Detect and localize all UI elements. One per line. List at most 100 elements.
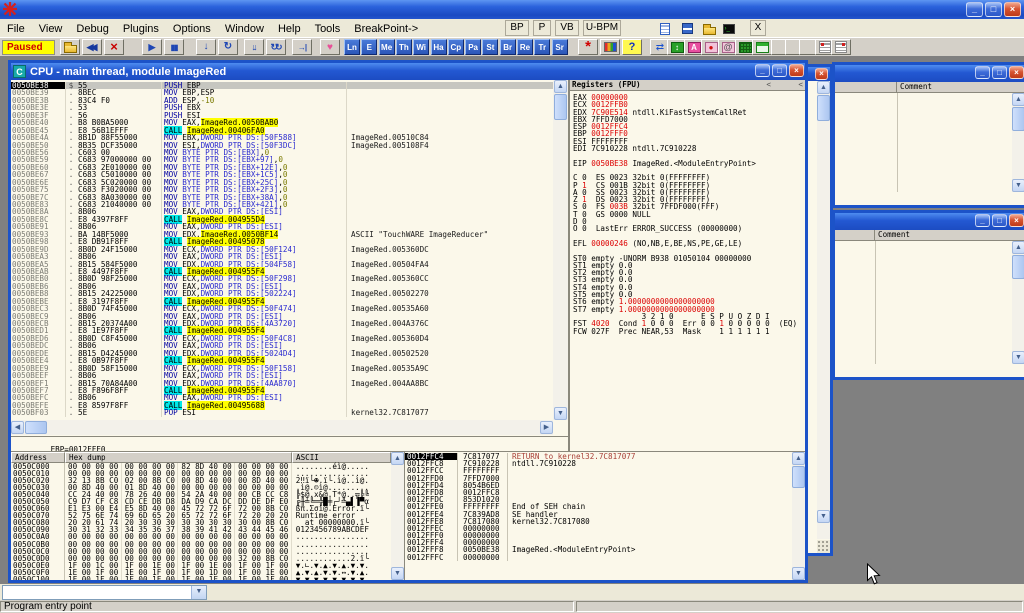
scrollbar-thumb[interactable] (554, 94, 567, 120)
menu-button-p[interactable]: P (533, 20, 551, 36)
disassembly-pane[interactable]: 0050BE38$55PUSH EBP0050BE39.8BECMOV EBP,… (11, 80, 553, 420)
toolbar-letter-button-cp[interactable]: Cp (448, 39, 464, 55)
scroll-left-icon[interactable]: ◀ (11, 421, 24, 434)
minimize-button[interactable]: _ (975, 214, 990, 227)
toolbar-letter-button-wi[interactable]: Wi (413, 39, 429, 55)
register-line[interactable]: T 0 GS 0000 NULL (573, 211, 805, 218)
scroll-up-icon[interactable]: ▲ (1012, 93, 1024, 106)
log-icon[interactable] (679, 21, 696, 36)
close-button[interactable]: × (1009, 214, 1024, 227)
menu-button-u-bpm[interactable]: U-BPM (583, 20, 621, 36)
address-combobox[interactable]: ▼ (2, 585, 207, 600)
scroll-down-icon[interactable]: ▼ (391, 567, 404, 580)
side-window-middle[interactable]: _ □ × Comment ▲ ▼ (832, 210, 1024, 380)
scroll-down-icon[interactable]: ▼ (1012, 351, 1024, 364)
appearance-icon[interactable] (600, 39, 620, 55)
options-gear-icon[interactable]: * (578, 39, 598, 55)
maximize-button[interactable]: □ (992, 66, 1007, 79)
scroll-down-icon[interactable]: ▼ (554, 407, 567, 420)
main-titlebar[interactable]: _ □ × (0, 0, 1024, 19)
run-icon[interactable]: ▶ (142, 39, 162, 55)
scroll-down-icon[interactable]: ▼ (792, 567, 805, 580)
open-file-icon[interactable] (60, 39, 80, 55)
toolbar-letter-button-ln[interactable]: Ln (344, 39, 360, 55)
menu-button-vb[interactable]: VB (555, 20, 579, 36)
restart-icon[interactable]: ◀◀ (82, 39, 102, 55)
notes-icon[interactable] (656, 21, 673, 36)
maximize-button[interactable]: □ (772, 64, 787, 77)
cpu-window-titlebar[interactable]: C CPU - main thread, module ImageRed _ □… (11, 63, 805, 80)
disasm-horizontal-scrollbar[interactable]: ◀ ▶ (11, 420, 553, 435)
column-header[interactable] (835, 230, 875, 240)
register-line[interactable]: EFL 00000246 (NO,NB,E,BE,NS,PE,GE,LE) (573, 240, 805, 247)
comment-column-header[interactable]: Comment (875, 230, 913, 240)
resize-grip[interactable] (817, 540, 830, 553)
side-window-titlebar[interactable]: _ □ × (835, 65, 1024, 82)
scrollbar-thumb[interactable] (25, 421, 47, 434)
scrollbar-thumb[interactable] (792, 466, 805, 488)
comment-column-header[interactable]: Comment (897, 82, 935, 92)
execute-till-return-icon[interactable]: →| (292, 39, 312, 55)
disasm-row[interactable]: 0050BF03.5EPOP ESIkernel32.7C817077 (11, 409, 553, 416)
scroll-right-icon[interactable]: ▶ (540, 421, 553, 434)
minimize-button[interactable]: _ (755, 64, 770, 77)
disasm-row[interactable]: 0050BE3E.53PUSH EBX (11, 104, 553, 111)
help-icon[interactable]: ? (622, 39, 642, 55)
disasm-vertical-scrollbar[interactable]: ▲ ▼ (553, 80, 568, 420)
toolbar-letter-button-me[interactable]: Me (379, 39, 395, 55)
scroll-down-icon[interactable]: ▼ (817, 510, 830, 523)
minimize-button[interactable]: _ (975, 66, 990, 79)
list-b-icon[interactable] (831, 39, 851, 55)
restore-button[interactable]: □ (985, 2, 1002, 17)
toolbar-letter-button-e[interactable]: E (361, 39, 377, 55)
toolbar-letter-button-pa[interactable]: Pa (465, 39, 481, 55)
scrollbar-thumb[interactable] (817, 95, 830, 121)
close-button[interactable]: × (1004, 2, 1021, 17)
trace-over-icon[interactable]: ↻↻ (266, 39, 286, 55)
combobox-dropdown-icon[interactable]: ▼ (191, 586, 206, 599)
stack-pane[interactable]: 0012FFC47C817077RETURN to kernel32.7C817… (404, 451, 792, 580)
toolbar-letter-button-th[interactable]: Th (396, 39, 412, 55)
toolbar-letter-button-sr[interactable]: Sr (552, 39, 568, 55)
register-line[interactable]: O 0 LastErr ERROR_SUCCESS (00000000) (573, 225, 805, 232)
side-window-titlebar[interactable]: _ □ × (835, 213, 1024, 230)
dump-pane[interactable]: Address Hex dump ASCII 0050C00000 00 00 … (11, 451, 391, 580)
scroll-up-icon[interactable]: ▲ (1012, 241, 1024, 254)
scroll-up-icon[interactable]: ▲ (554, 80, 567, 93)
trace-into-icon[interactable]: ↓↓ (244, 39, 264, 55)
close-button[interactable]: × (1009, 66, 1024, 79)
disasm-row[interactable]: 0050BEFE.E8 8597F8FFCALL ImageRed.004956… (11, 402, 553, 409)
disasm-row[interactable]: 0050BE3B.83C4 F0ADD ESP,-10 (11, 97, 553, 104)
register-line[interactable]: FCW 027F Prec NEAR,53 Mask 1 1 1 1 1 1 (573, 328, 805, 335)
register-line[interactable]: EIP 0050BE38 ImageRed.<ModuleEntryPoint> (573, 160, 805, 167)
registers-pane[interactable]: Registers (FPU) < < EAX 00000000ECX 0012… (570, 80, 805, 450)
step-over-icon[interactable]: ↻ (218, 39, 238, 55)
dump-row[interactable]: 0050C1001F 00 1F 001F 00 1F 001F 00 1F 0… (11, 576, 391, 580)
toolbar-letter-button-br[interactable]: Br (500, 39, 516, 55)
registers-header[interactable]: Registers (FPU) < < (570, 80, 805, 91)
toolbar-letter-button-tr[interactable]: Tr (534, 39, 550, 55)
scrollbar-thumb[interactable] (1012, 107, 1024, 131)
close-button[interactable]: × (815, 68, 828, 80)
toolbar-letter-button-st[interactable]: St (482, 39, 498, 55)
toolbar-close-button[interactable]: X (750, 20, 766, 36)
scroll-up-icon[interactable]: ▲ (391, 452, 404, 465)
stack-row[interactable]: 0012FFFC00000000 (405, 554, 792, 561)
maximize-button[interactable]: □ (992, 214, 1007, 227)
side-window-top[interactable]: _ □ × Comment ▲ ▼ (832, 62, 1024, 208)
scroll-up-icon[interactable]: ▲ (817, 81, 830, 94)
close-button[interactable]: × (789, 64, 804, 77)
scroll-up-icon[interactable]: ▲ (792, 452, 805, 465)
step-into-icon[interactable]: ↓ (196, 39, 216, 55)
folder-icon[interactable] (701, 21, 718, 36)
info-pane[interactable]: EBP=0012FFF0 (11, 436, 568, 450)
scroll-down-icon[interactable]: ▼ (1012, 179, 1024, 192)
scrollbar-thumb[interactable] (1012, 255, 1024, 279)
column-header[interactable] (835, 82, 897, 92)
stack-scrollbar[interactable]: ▲ ▼ (792, 451, 805, 580)
close-program-icon[interactable]: × (104, 39, 124, 55)
cpu-window[interactable]: C CPU - main thread, module ImageRed _ □… (8, 60, 808, 583)
toolbar-letter-button-ha[interactable]: Ha (431, 39, 447, 55)
register-line[interactable]: EDI 7C910228 ntdll.7C910228 (573, 145, 805, 152)
menu-button-bp[interactable]: BP (505, 20, 529, 36)
